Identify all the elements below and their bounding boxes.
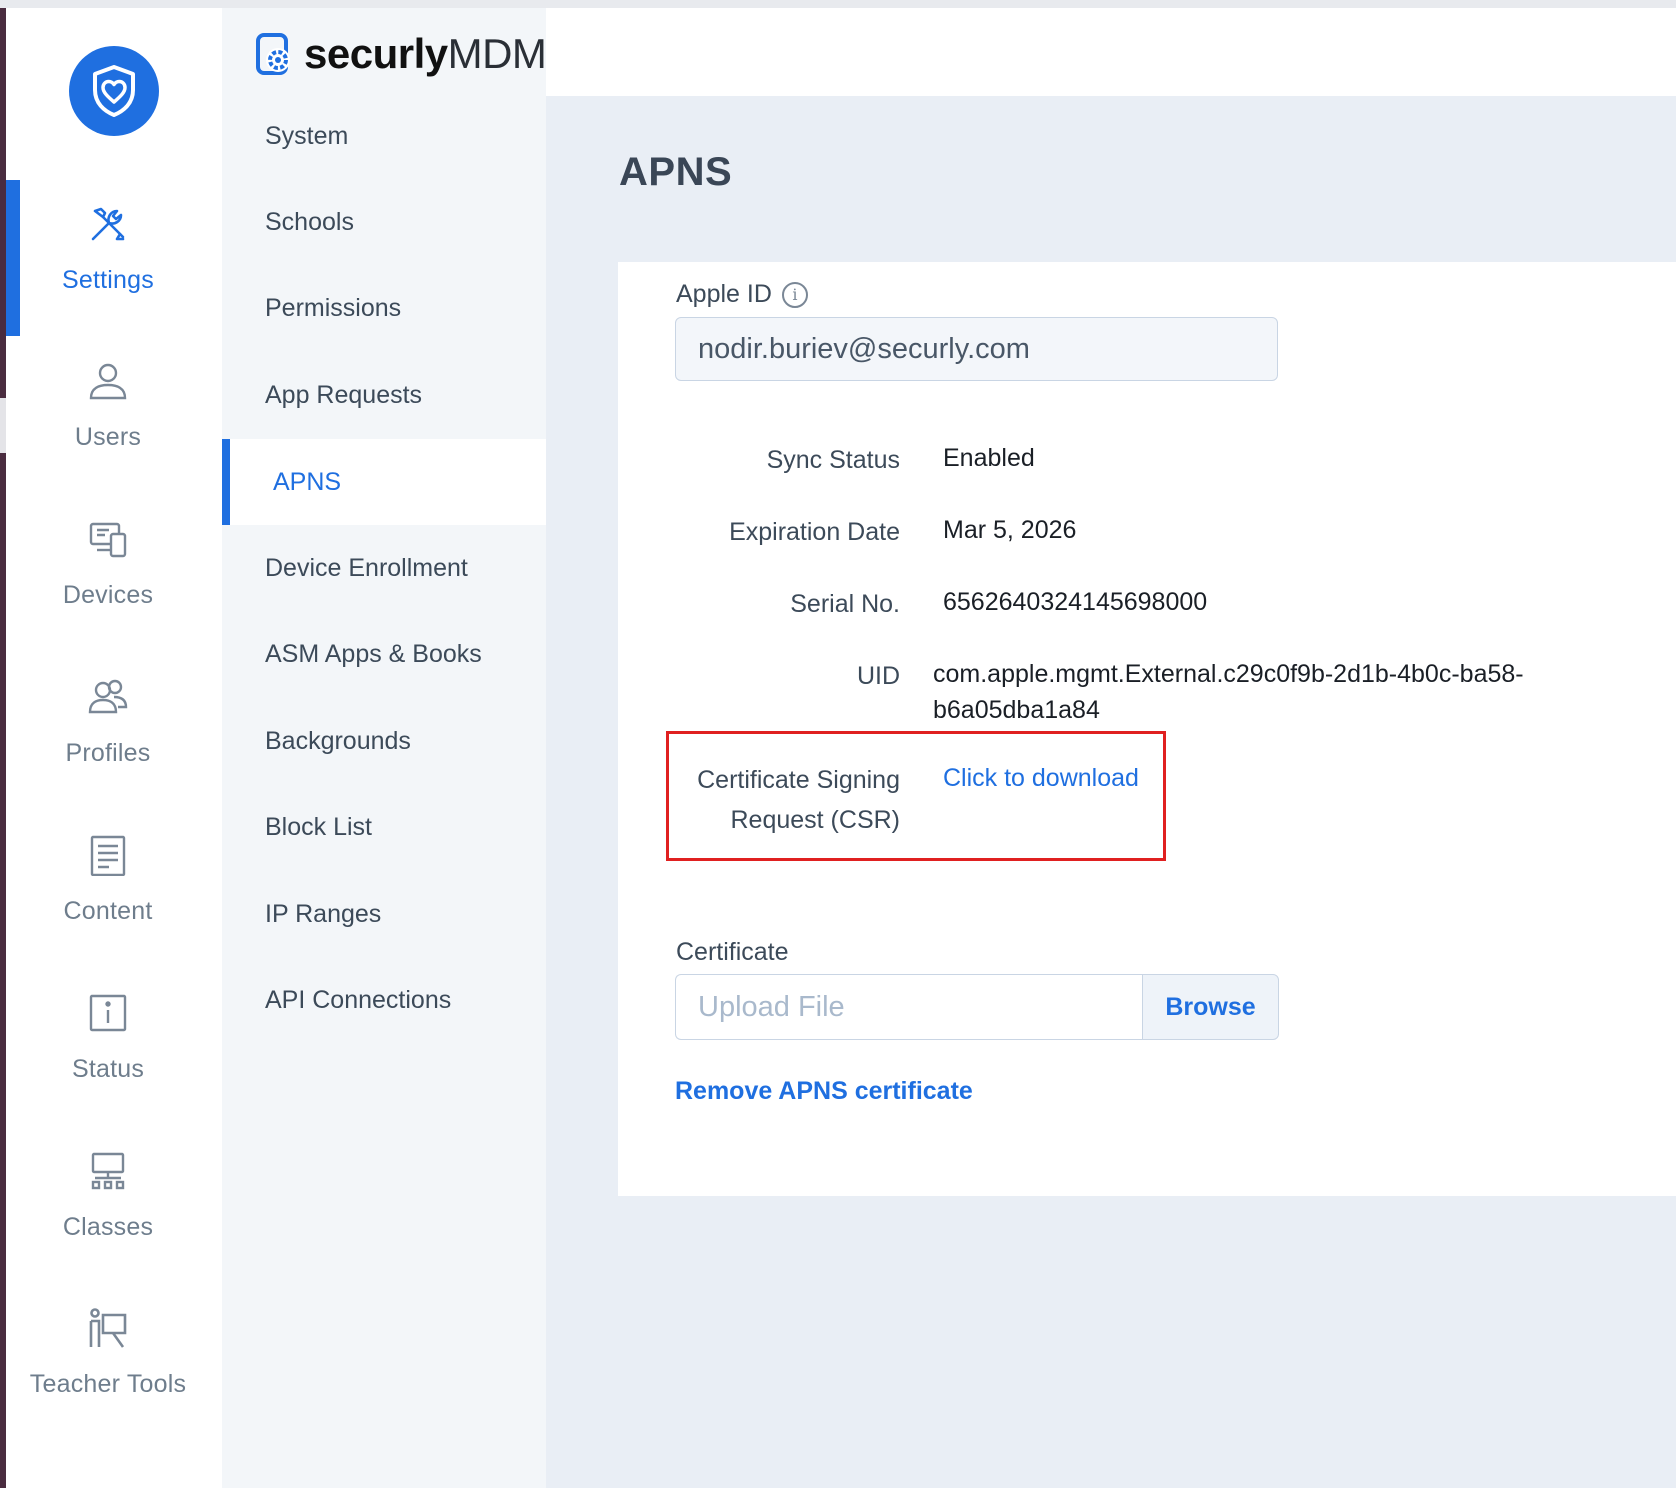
rail-label: Settings — [62, 266, 154, 294]
apns-card — [618, 262, 1676, 1196]
rail-item-settings[interactable]: Settings — [0, 178, 216, 328]
serial-no-value: 6562640324145698000 — [943, 588, 1208, 616]
remove-apns-certificate-link[interactable]: Remove APNS certificate — [675, 1077, 973, 1106]
page-title: APNS — [619, 150, 733, 194]
brand-logo[interactable]: securlyMDM — [256, 22, 547, 86]
subnav-item-asm-apps-books[interactable]: ASM Apps & Books — [222, 611, 546, 697]
subnav-item-system[interactable]: System — [222, 93, 546, 179]
rail-item-devices[interactable]: Devices — [0, 493, 216, 643]
profiles-icon — [86, 675, 130, 719]
sync-status-value: Enabled — [943, 444, 1035, 472]
subnav-item-api-connections[interactable]: API Connections — [222, 957, 546, 1043]
rail-label: Teacher Tools — [29, 1370, 187, 1398]
rail-label: Devices — [62, 581, 154, 609]
serial-no-label: Serial No. — [790, 590, 900, 618]
document-icon — [86, 833, 130, 877]
csr-highlight-box — [666, 731, 1166, 861]
rail-item-profiles[interactable]: Profiles — [0, 651, 216, 801]
rail-label: Content — [63, 897, 153, 925]
subnav-item-permissions[interactable]: Permissions — [222, 265, 546, 351]
user-icon — [86, 359, 130, 403]
sync-status-label: Sync Status — [766, 446, 900, 474]
subnav-item-apns[interactable]: APNS — [222, 439, 546, 525]
subnav-item-schools[interactable]: Schools — [222, 179, 546, 265]
uid-label: UID — [856, 662, 900, 690]
tools-icon — [86, 202, 130, 246]
rail-item-status[interactable]: Status — [0, 967, 216, 1117]
rail-item-content[interactable]: Content — [0, 809, 216, 959]
securly-shield-logo[interactable] — [69, 46, 159, 136]
rail-item-teacher-tools[interactable]: Teacher Tools — [0, 1282, 216, 1432]
subnav-item-block-list[interactable]: Block List — [222, 784, 546, 870]
uid-value-line2: b6a05dba1a84 — [933, 696, 1100, 724]
expiration-date-value: Mar 5, 2026 — [943, 516, 1077, 544]
subnav-item-device-enrollment[interactable]: Device Enrollment — [222, 525, 546, 611]
rail-item-users[interactable]: Users — [0, 335, 216, 485]
apple-id-field[interactable]: nodir.buriev@securly.com — [675, 317, 1278, 381]
devices-icon — [86, 517, 130, 561]
subnav-item-backgrounds[interactable]: Backgrounds — [222, 698, 546, 784]
apple-id-label: Apple ID i — [676, 280, 808, 309]
classroom-icon — [86, 1149, 130, 1193]
subnav-item-ip-ranges[interactable]: IP Ranges — [222, 871, 546, 957]
uid-value-line1: com.apple.mgmt.External.c29c0f9b-2d1b-4b… — [933, 660, 1524, 688]
rail-label: Classes — [62, 1213, 154, 1241]
browse-button[interactable]: Browse — [1142, 974, 1279, 1040]
info-icon[interactable]: i — [781, 282, 808, 309]
shield-heart-icon — [93, 65, 135, 117]
rail-item-classes[interactable]: Classes — [0, 1125, 216, 1275]
rail-label: Profiles — [65, 739, 151, 767]
securly-mdm-logo-icon — [256, 33, 290, 75]
teacher-icon — [86, 1306, 130, 1350]
certificate-label: Certificate — [676, 938, 789, 966]
certificate-upload-input[interactable]: Upload File — [675, 974, 1143, 1040]
subnav-item-app-requests[interactable]: App Requests — [222, 352, 546, 438]
rail-label: Status — [71, 1055, 145, 1083]
rail-label: Users — [74, 423, 142, 451]
window-top-border — [0, 0, 1676, 8]
expiration-date-label: Expiration Date — [729, 518, 900, 546]
info-square-icon — [86, 991, 130, 1035]
brand-name: securlyMDM — [304, 30, 547, 77]
